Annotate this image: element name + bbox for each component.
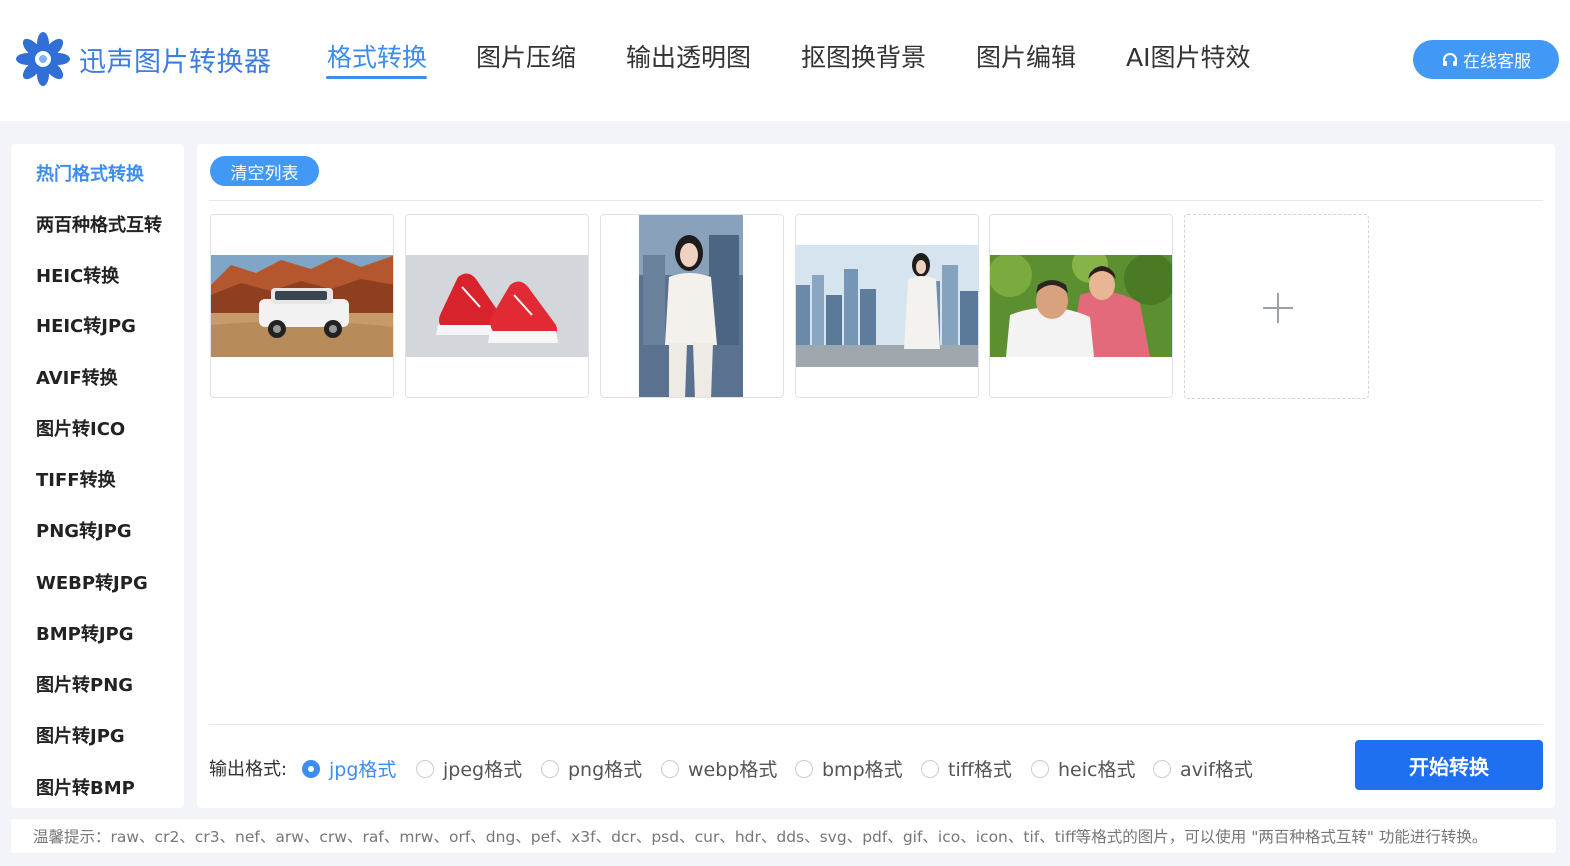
- couple-photo: [990, 255, 1172, 357]
- radio-checked-icon: [302, 759, 320, 778]
- tip-bar: 温馨提示：raw、cr2、cr3、nef、arw、crw、raf、mrw、orf…: [11, 819, 1556, 853]
- radio-icon: [416, 759, 434, 778]
- start-convert-button[interactable]: 开始转换: [1355, 740, 1543, 790]
- format-radio-jpeg[interactable]: jpeg格式: [416, 755, 522, 782]
- image-thumbnail[interactable]: [405, 214, 589, 398]
- nav-ai-effects[interactable]: AI图片特效: [1126, 38, 1250, 74]
- nav-cutout-background[interactable]: 抠图换背景: [801, 38, 926, 74]
- sidebar-item-webp-jpg[interactable]: WEBP转JPG: [36, 569, 148, 595]
- format-radio-bmp[interactable]: bmp格式: [795, 755, 903, 782]
- suv-photo: [211, 255, 393, 357]
- sneakers-photo: [406, 255, 588, 357]
- radio-icon: [1031, 759, 1049, 778]
- sidebar-item-200-formats[interactable]: 两百种格式互转: [36, 211, 162, 237]
- sidebar-item-ico[interactable]: 图片转ICO: [36, 415, 125, 441]
- tip-text: 温馨提示：raw、cr2、cr3、nef、arw、crw、raf、mrw、orf…: [33, 828, 1488, 846]
- sidebar-item-to-jpg[interactable]: 图片转JPG: [36, 722, 125, 748]
- sidebar-item-hot-formats[interactable]: 热门格式转换: [36, 160, 144, 186]
- top-header: 迅声图片转换器 格式转换 图片压缩 输出透明图 抠图换背景 图片编辑 AI图片特…: [0, 0, 1570, 121]
- nav-transparent-output[interactable]: 输出透明图: [626, 38, 751, 74]
- image-thumbnail[interactable]: [989, 214, 1173, 398]
- woman-suit-photo: [639, 215, 743, 397]
- divider: [209, 724, 1543, 725]
- image-thumbnail[interactable]: [600, 214, 784, 398]
- app-name: 迅声图片转换器: [79, 46, 272, 78]
- format-radio-heic[interactable]: heic格式: [1031, 755, 1135, 782]
- format-radio-avif[interactable]: avif格式: [1153, 755, 1253, 782]
- sidebar: 热门格式转换 两百种格式互转 HEIC转换 HEIC转JPG AVIF转换 图片…: [11, 144, 184, 808]
- radio-icon: [1153, 759, 1171, 778]
- sidebar-item-png-jpg[interactable]: PNG转JPG: [36, 517, 132, 543]
- sidebar-item-tiff[interactable]: TIFF转换: [36, 466, 116, 492]
- radio-icon: [541, 759, 559, 778]
- format-radio-jpg[interactable]: jpg格式: [302, 755, 396, 782]
- logo-flower-icon: [16, 32, 70, 86]
- clear-list-button[interactable]: 清空列表: [210, 156, 319, 186]
- sidebar-item-to-bmp[interactable]: 图片转BMP: [36, 774, 135, 800]
- nav-active-underline: [326, 76, 427, 79]
- image-thumbnail[interactable]: [795, 214, 979, 398]
- format-radio-tiff[interactable]: tiff格式: [921, 755, 1012, 782]
- sidebar-item-heic[interactable]: HEIC转换: [36, 262, 119, 288]
- app-logo[interactable]: 迅声图片转换器: [14, 30, 272, 88]
- add-image-button[interactable]: [1184, 214, 1369, 399]
- sidebar-item-to-png[interactable]: 图片转PNG: [36, 671, 133, 697]
- city-woman-photo: [796, 245, 978, 367]
- sidebar-item-avif[interactable]: AVIF转换: [36, 364, 118, 390]
- nav-format-convert[interactable]: 格式转换: [327, 38, 427, 74]
- nav-image-compress[interactable]: 图片压缩: [476, 38, 576, 74]
- main-panel: 清空列表 输出格式: jpg格式 jpeg格式 png格式 webp格式 bmp…: [197, 144, 1555, 808]
- radio-icon: [921, 759, 939, 778]
- support-label: 在线客服: [1463, 52, 1531, 72]
- divider: [209, 200, 1543, 201]
- sidebar-item-bmp-jpg[interactable]: BMP转JPG: [36, 620, 134, 646]
- radio-icon: [795, 759, 813, 778]
- format-radio-png[interactable]: png格式: [541, 755, 642, 782]
- radio-icon: [661, 759, 679, 778]
- image-thumbnail[interactable]: [210, 214, 394, 398]
- online-support-button[interactable]: 在线客服: [1413, 40, 1559, 79]
- sidebar-item-heic-jpg[interactable]: HEIC转JPG: [36, 312, 136, 338]
- headset-icon: [1443, 52, 1457, 66]
- output-format-label: 输出格式:: [209, 759, 288, 780]
- nav-image-edit[interactable]: 图片编辑: [976, 38, 1076, 74]
- format-radio-webp[interactable]: webp格式: [661, 755, 777, 782]
